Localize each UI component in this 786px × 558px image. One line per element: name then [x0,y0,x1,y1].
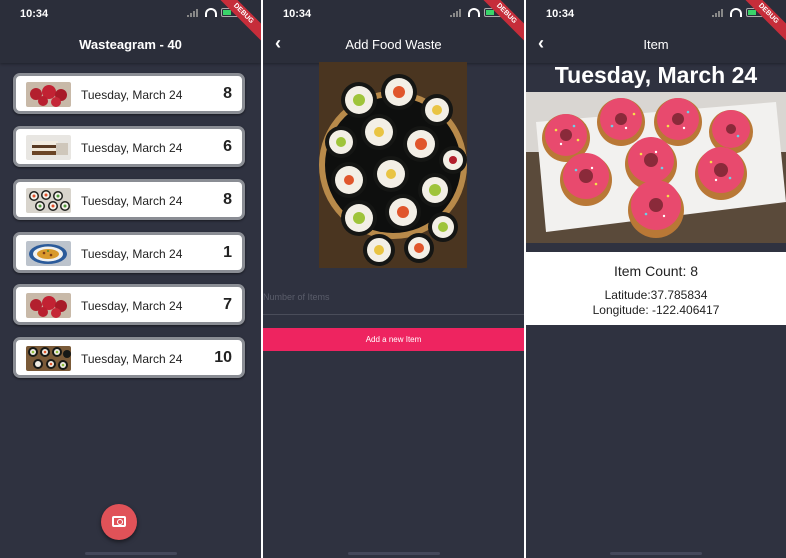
item-date: Tuesday, March 24 [81,141,183,155]
page-title: Item [643,37,669,52]
add-photo-button[interactable] [101,504,137,540]
number-of-items-field[interactable]: Number of Items [263,292,330,302]
add-item-button[interactable]: Add a new Item [263,328,524,351]
wifi-icon [468,8,480,17]
wifi-icon [730,8,742,17]
pink-donuts-image [526,92,786,243]
field-underline [263,314,524,315]
item-details-panel: Item Count: 8 Latitude:37.785834 Longitu… [526,252,786,325]
item-date: Tuesday, March 24 [81,247,183,261]
item-date: Tuesday, March 24 [81,352,183,366]
page-title: Add Food Waste [345,37,442,52]
status-time: 10:34 [546,8,575,20]
item-count: 6 [223,138,232,155]
home-indicator [610,552,702,555]
longitude-text: Longitude: -122.406417 [592,303,720,317]
list-screen: 10:34 DEBUG Wasteagram - 40 Tuesday, Mar… [0,0,261,558]
item-count: 7 [223,296,232,313]
red-donuts-thumbnail [26,293,71,318]
item-date: Tuesday, March 24 [81,194,183,208]
signal-icon [450,8,464,17]
status-bar: 10:34 [263,6,524,22]
wifi-icon [205,8,217,17]
home-indicator [84,552,177,555]
screenshot-stage: 10:34 DEBUG Wasteagram - 40 Tuesday, Mar… [0,0,786,558]
sushi-rolls-thumbnail [26,188,71,213]
add-screen: 10:34 DEBUG ‹ Add Food Waste Number of I… [263,0,524,558]
sushi-platter-image [319,62,467,268]
app-bar: 10:34 DEBUG ‹ Item [526,0,786,63]
item-date: Tuesday, March 24 [81,299,183,313]
item-date-heading: Tuesday, March 24 [554,62,758,88]
item-date: Tuesday, March 24 [81,88,183,102]
latitude-text: Latitude:37.785834 [604,288,708,302]
status-time: 10:34 [20,8,49,20]
signal-icon [712,8,726,17]
list-item[interactable]: Tuesday, March 24 6 [13,126,245,167]
list-item[interactable]: Tuesday, March 24 1 [13,232,245,273]
pasta-plate-thumbnail [26,241,71,266]
add-photo-icon [112,516,126,527]
home-indicator [347,552,440,555]
status-bar: 10:34 [0,6,261,22]
detail-screen: 10:34 DEBUG ‹ Item Tuesday, March 24 Ite… [526,0,786,558]
list-item[interactable]: Tuesday, March 24 7 [13,284,245,325]
item-count: 10 [214,349,232,366]
status-time: 10:34 [283,8,312,20]
list-item[interactable]: Tuesday, March 24 10 [13,337,245,378]
status-bar: 10:34 [526,6,786,22]
list-item[interactable]: Tuesday, March 24 8 [13,179,245,220]
signal-icon [187,8,201,17]
sushi-platter-thumbnail [26,346,71,371]
red-donuts-thumbnail [26,82,71,107]
app-bar: 10:34 DEBUG ‹ Add Food Waste [263,0,524,63]
item-count: 1 [223,244,232,261]
item-count: 8 [223,85,232,102]
list-item[interactable]: Tuesday, March 24 8 [13,73,245,114]
item-count: 8 [223,191,232,208]
page-title: Wasteagram - 40 [79,37,182,52]
layer-cake-thumbnail [26,135,71,160]
item-count-text: Item Count: 8 [613,263,699,279]
app-bar: 10:34 DEBUG Wasteagram - 40 [0,0,261,63]
